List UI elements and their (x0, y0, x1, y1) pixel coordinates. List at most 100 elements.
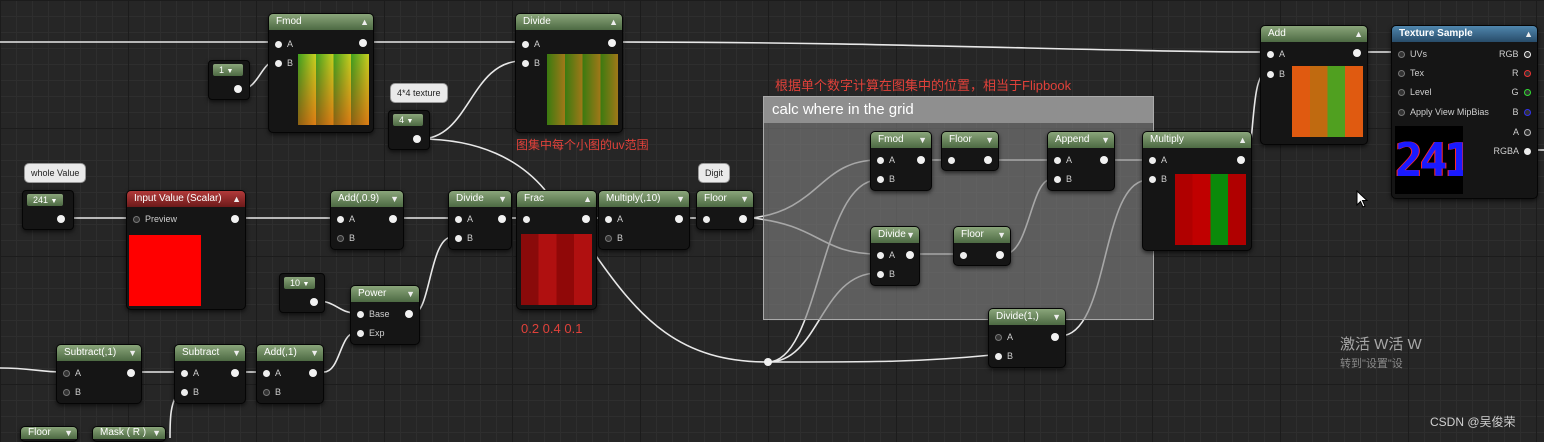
output-pin[interactable] (582, 215, 590, 223)
output-pin[interactable] (231, 369, 239, 377)
input-pin-b[interactable]: B (1054, 173, 1072, 185)
output-pin[interactable] (57, 215, 65, 223)
chevron-down-icon[interactable]: ▼ (740, 191, 749, 207)
multiply-10-node[interactable]: Multiply(,10) ▼ A B (598, 190, 690, 250)
output-pin[interactable] (608, 39, 616, 47)
input-pin-b[interactable]: B (1267, 68, 1285, 80)
chevron-down-icon[interactable]: ▼ (64, 427, 73, 439)
input-pin-b[interactable]: B (877, 173, 895, 185)
frac-node[interactable]: Frac ▲ (516, 190, 597, 310)
input-pin-a[interactable]: A (275, 38, 293, 50)
add-1-node[interactable]: Add(,1) ▼ A B (256, 344, 324, 404)
input-pin-apply-mipbias[interactable]: Apply View MipBias (1398, 106, 1489, 118)
input-pin-level[interactable]: Level (1398, 86, 1432, 98)
chevron-up-icon[interactable]: ▲ (583, 191, 592, 207)
fmod-node-inner[interactable]: Fmod ▼ A B (870, 131, 932, 191)
input-pin-a[interactable]: A (605, 213, 623, 225)
chevron-down-icon[interactable]: ▼ (676, 191, 685, 207)
floor-node-mid[interactable]: Floor ▼ (696, 190, 754, 230)
input-pin-b[interactable]: B (181, 386, 199, 398)
chevron-up-icon[interactable]: ▲ (1524, 26, 1533, 42)
input-pin-b[interactable]: B (1149, 173, 1167, 185)
output-pin-rgb[interactable]: RGB (1499, 48, 1531, 60)
output-pin[interactable] (1237, 156, 1245, 164)
chevron-down-icon[interactable]: ▼ (406, 286, 415, 302)
chevron-down-icon[interactable]: ▼ (985, 132, 994, 148)
input-pin-a[interactable]: A (455, 213, 473, 225)
output-pin[interactable] (389, 215, 397, 223)
chevron-down-icon[interactable]: ▼ (232, 345, 241, 361)
chevron-down-icon[interactable]: ▼ (997, 227, 1006, 243)
input-pin-a[interactable]: A (995, 331, 1013, 343)
input-pin-tex[interactable]: Tex (1398, 67, 1424, 79)
input-pin-b[interactable]: B (275, 57, 293, 69)
mask-r-node[interactable]: Mask ( R ) ▼ (92, 426, 166, 442)
chevron-down-icon[interactable]: ▼ (906, 227, 915, 243)
input-pin-a[interactable]: A (877, 249, 895, 261)
input-pin-b[interactable]: B (605, 232, 623, 244)
fmod-node-top[interactable]: Fmod ▲ A B (268, 13, 374, 133)
input-pin-preview[interactable]: Preview (133, 213, 177, 225)
chevron-down-icon[interactable]: ▼ (51, 198, 58, 205)
chevron-down-icon[interactable]: ▼ (390, 191, 399, 207)
power-node[interactable]: Power ▼ Base Exp (350, 285, 420, 345)
chevron-up-icon[interactable]: ▲ (609, 14, 618, 30)
floor-node-bottom[interactable]: Floor ▼ (20, 426, 78, 442)
input-pin[interactable] (948, 154, 960, 166)
chevron-down-icon[interactable]: ▼ (1052, 309, 1061, 325)
input-pin-a[interactable]: A (63, 367, 81, 379)
divide-node-top[interactable]: Divide ▲ A B (515, 13, 623, 133)
output-pin[interactable] (413, 135, 421, 143)
constant-node-10[interactable]: 10 ▼ (279, 273, 325, 313)
input-pin-a[interactable]: A (1149, 154, 1167, 166)
input-pin-a[interactable]: A (263, 367, 281, 379)
comment-box-calc-grid[interactable]: calc where in the grid (763, 96, 1154, 320)
input-pin-a[interactable]: A (522, 38, 540, 50)
output-pin[interactable] (1100, 156, 1108, 164)
input-pin-exp[interactable]: Exp (357, 327, 385, 339)
input-pin-b[interactable]: B (63, 386, 81, 398)
input-pin-b[interactable]: B (263, 386, 281, 398)
constant-node-4[interactable]: 4 ▼ (388, 110, 430, 150)
output-pin[interactable] (359, 39, 367, 47)
input-pin-a[interactable]: A (877, 154, 895, 166)
input-pin-b[interactable]: B (877, 268, 895, 280)
input-pin[interactable] (523, 213, 535, 225)
chevron-down-icon[interactable]: ▼ (303, 281, 310, 288)
input-pin-b[interactable]: B (455, 232, 473, 244)
output-pin[interactable] (675, 215, 683, 223)
input-pin[interactable] (960, 249, 972, 261)
output-pin-a[interactable]: A (1513, 126, 1531, 138)
constant-node-1[interactable]: 1 ▼ (208, 60, 250, 100)
output-pin[interactable] (231, 215, 239, 223)
add-0-9-node[interactable]: Add(,0.9) ▼ A B (330, 190, 404, 250)
input-pin-a[interactable]: A (1267, 48, 1285, 60)
chevron-up-icon[interactable]: ▲ (1354, 26, 1363, 42)
output-pin[interactable] (984, 156, 992, 164)
input-pin-b[interactable]: B (995, 350, 1013, 362)
input-pin[interactable] (703, 213, 715, 225)
output-pin[interactable] (127, 369, 135, 377)
chevron-up-icon[interactable]: ▲ (1238, 132, 1247, 148)
append-node[interactable]: Append ▼ A B (1047, 131, 1115, 191)
input-pin-base[interactable]: Base (357, 308, 390, 320)
input-pin-a[interactable]: A (337, 213, 355, 225)
chevron-down-icon[interactable]: ▼ (407, 118, 414, 125)
input-pin-uvs[interactable]: UVs (1398, 48, 1427, 60)
output-pin[interactable] (310, 298, 318, 306)
output-pin[interactable] (917, 156, 925, 164)
output-pin[interactable] (309, 369, 317, 377)
input-pin-b[interactable]: B (337, 232, 355, 244)
input-pin-b[interactable]: B (522, 57, 540, 69)
constant-node-241[interactable]: 241 ▼ (22, 190, 74, 230)
chevron-up-icon[interactable]: ▲ (232, 191, 241, 207)
chevron-up-icon[interactable]: ▲ (360, 14, 369, 30)
floor-node-inner-2[interactable]: Floor ▼ (953, 226, 1011, 266)
subtract-1-node[interactable]: Subtract(,1) ▼ A B (56, 344, 142, 404)
input-pin-a[interactable]: A (1054, 154, 1072, 166)
output-pin[interactable] (405, 310, 413, 318)
output-pin[interactable] (498, 215, 506, 223)
output-pin[interactable] (1051, 333, 1059, 341)
chevron-down-icon[interactable]: ▼ (128, 345, 137, 361)
multiply-node[interactable]: Multiply ▲ A B (1142, 131, 1252, 251)
